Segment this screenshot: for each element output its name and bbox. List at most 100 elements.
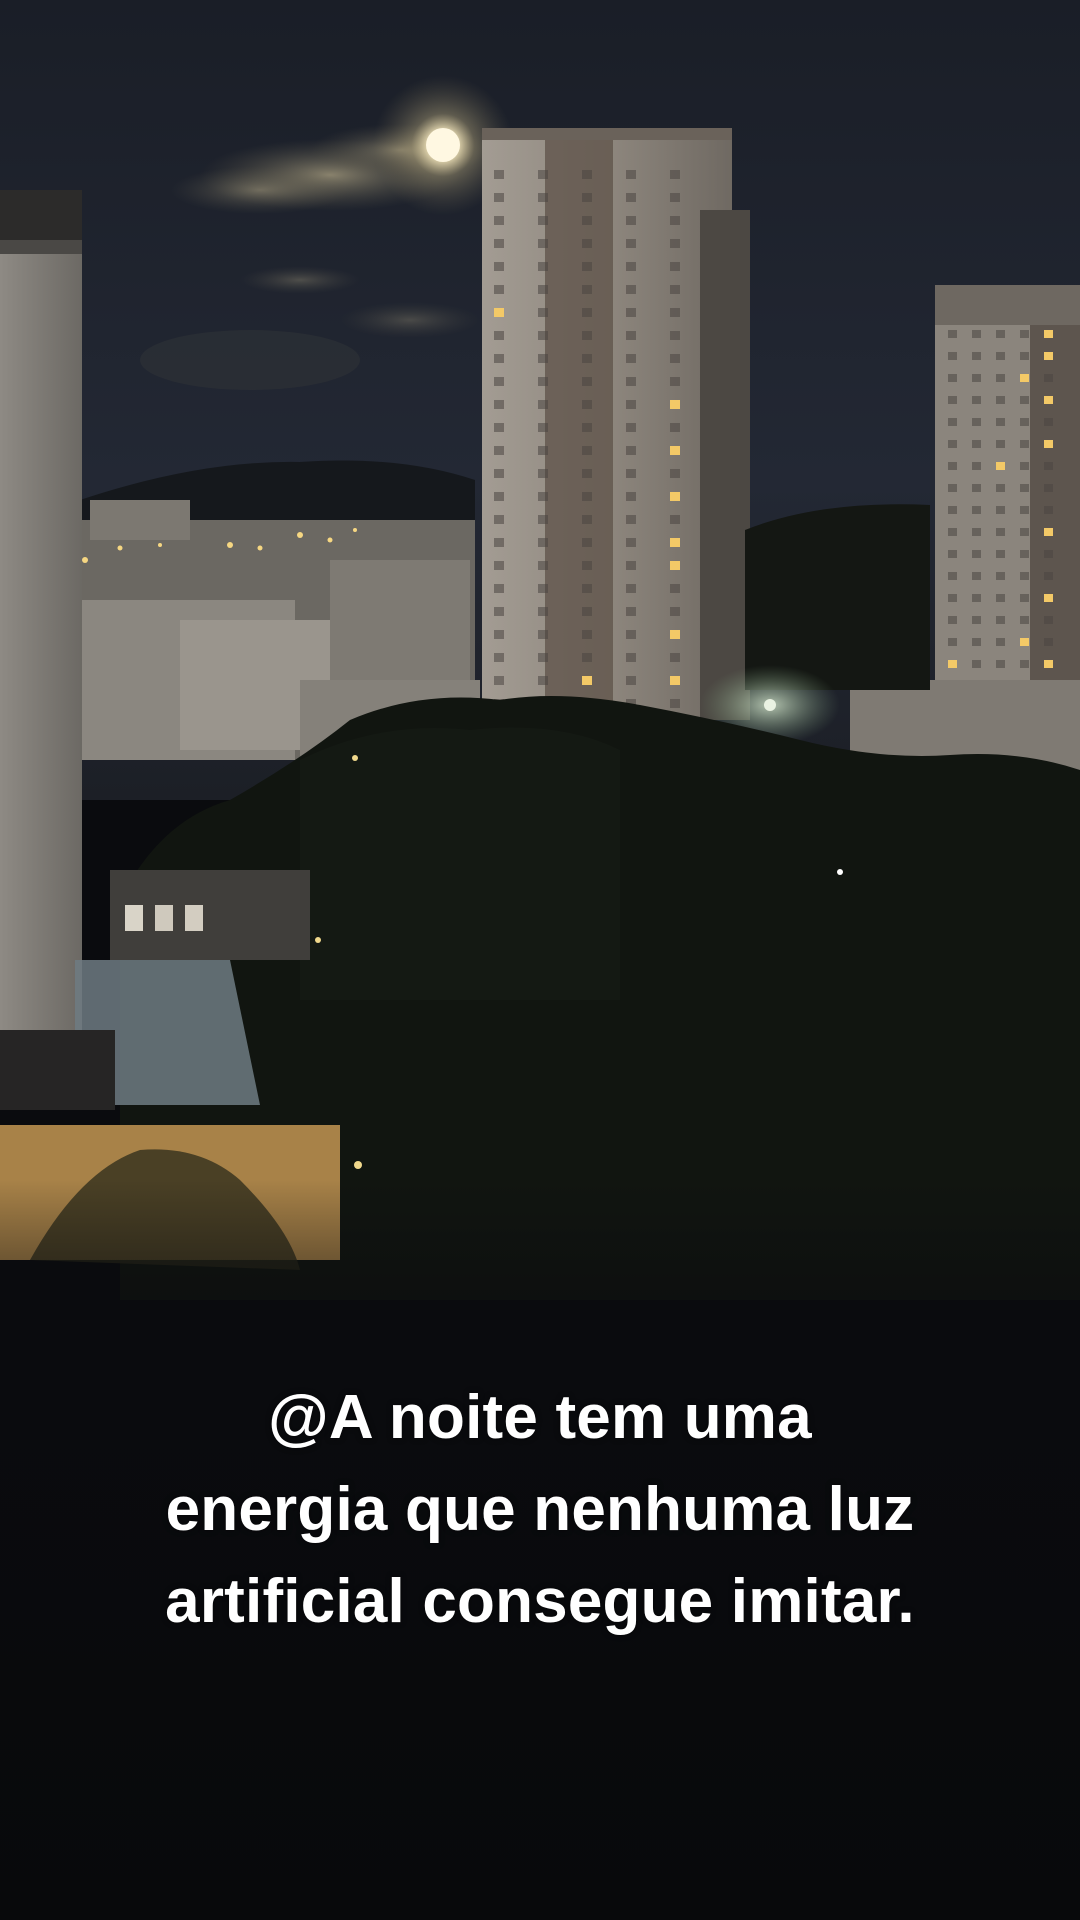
window — [948, 330, 957, 338]
window — [670, 515, 680, 524]
window — [972, 572, 981, 580]
window — [670, 607, 680, 616]
window — [996, 418, 1005, 426]
window — [1044, 660, 1053, 668]
window — [1044, 330, 1053, 338]
window — [670, 469, 680, 478]
window — [1044, 616, 1053, 624]
window — [1020, 374, 1029, 382]
window — [538, 492, 548, 501]
window — [1020, 418, 1029, 426]
window — [996, 462, 1005, 470]
window — [1044, 462, 1053, 470]
window — [582, 561, 592, 570]
window — [494, 584, 504, 593]
window — [538, 607, 548, 616]
window — [582, 262, 592, 271]
window — [670, 584, 680, 593]
window — [670, 423, 680, 432]
window — [538, 285, 548, 294]
window — [494, 538, 504, 547]
window — [996, 352, 1005, 360]
window — [538, 193, 548, 202]
window — [972, 638, 981, 646]
window — [626, 607, 636, 616]
window — [538, 400, 548, 409]
window — [1020, 594, 1029, 602]
window — [996, 638, 1005, 646]
window — [670, 308, 680, 317]
window — [1044, 440, 1053, 448]
window — [582, 377, 592, 386]
central-tower — [482, 128, 750, 720]
window — [1020, 440, 1029, 448]
window — [626, 193, 636, 202]
window — [972, 418, 981, 426]
window — [538, 216, 548, 225]
window — [996, 660, 1005, 668]
window — [626, 446, 636, 455]
window — [538, 354, 548, 363]
window — [582, 423, 592, 432]
window — [670, 653, 680, 662]
caption-line-3: artificial consegue imitar. — [165, 1567, 915, 1636]
window — [582, 446, 592, 455]
window — [1020, 660, 1029, 668]
window — [670, 377, 680, 386]
window — [626, 354, 636, 363]
window — [582, 469, 592, 478]
left-tower — [0, 190, 82, 1030]
window — [538, 561, 548, 570]
window — [538, 676, 548, 685]
window — [972, 506, 981, 514]
window — [972, 660, 981, 668]
window — [1044, 396, 1053, 404]
window — [1020, 638, 1029, 646]
window — [972, 396, 981, 404]
window — [996, 484, 1005, 492]
window — [1044, 638, 1053, 646]
window — [626, 676, 636, 685]
caption-line-2: energia que nenhuma luz — [165, 1475, 915, 1544]
window — [1020, 528, 1029, 536]
window — [670, 262, 680, 271]
window — [996, 330, 1005, 338]
window — [972, 528, 981, 536]
window — [582, 216, 592, 225]
window — [494, 676, 504, 685]
window — [670, 699, 680, 708]
window — [670, 492, 680, 501]
window — [582, 630, 592, 639]
window — [626, 285, 636, 294]
window — [1020, 506, 1029, 514]
window — [948, 528, 957, 536]
window — [626, 492, 636, 501]
window — [1020, 572, 1029, 580]
window — [670, 676, 680, 685]
window — [670, 400, 680, 409]
window — [494, 285, 504, 294]
window — [670, 239, 680, 248]
right-hill — [745, 504, 930, 690]
window — [1044, 528, 1053, 536]
window — [972, 352, 981, 360]
window — [626, 377, 636, 386]
window — [626, 653, 636, 662]
window — [670, 216, 680, 225]
window — [1044, 550, 1053, 558]
window — [948, 594, 957, 602]
window — [996, 572, 1005, 580]
window — [948, 352, 957, 360]
window — [1044, 506, 1053, 514]
window — [626, 170, 636, 179]
window — [948, 462, 957, 470]
window — [494, 170, 504, 179]
window — [582, 193, 592, 202]
window — [582, 400, 592, 409]
window — [996, 528, 1005, 536]
window — [494, 492, 504, 501]
window — [626, 308, 636, 317]
window — [948, 616, 957, 624]
window — [948, 374, 957, 382]
window — [996, 550, 1005, 558]
